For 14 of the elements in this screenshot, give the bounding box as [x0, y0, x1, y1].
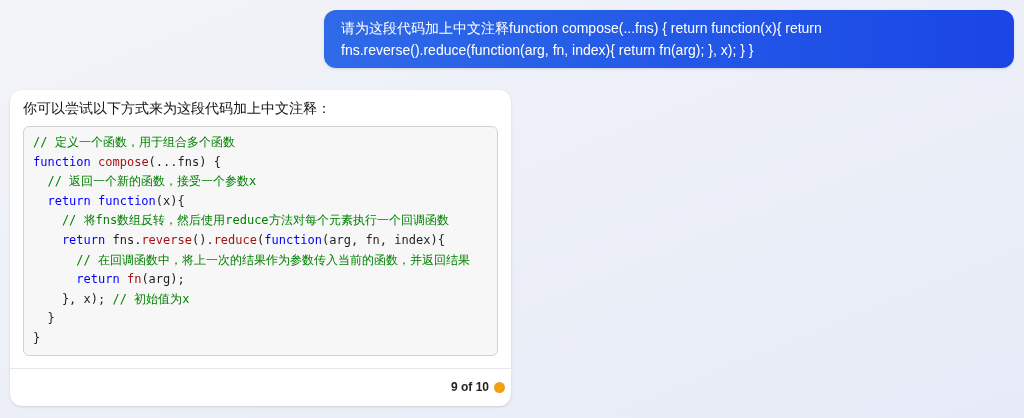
- code-line: // 返回一个新的函数，接受一个参数x: [46, 173, 257, 191]
- code-line: return fns.reverse().reduce(function(arg, fn, index){: [60, 231, 445, 249]
- user-message: 请为这段代码加上中文注释function compose(...fns) { return function(x){ return fns.reverse().reduce(function(arg, fn, index){ return fn(arg); }, x); } }: [324, 10, 1014, 68]
- code-line: // 将fns数组反转，然后使用reduce方法对每个元素执行一个回调函数: [60, 212, 449, 230]
- code-line: // 在回调函数中，将上一次的结果作为参数传入当前的函数，并返回结果: [75, 251, 471, 269]
- response-counter: 9 of 10: [451, 379, 489, 397]
- code-line: }, x); // 初始值为x: [60, 290, 190, 308]
- code-line: return fn(arg);: [75, 271, 185, 289]
- code-line: return function(x){: [46, 192, 185, 210]
- code-line: }: [46, 310, 55, 328]
- code-line: function compose(...fns) {: [33, 153, 221, 171]
- reply-intro: 你可以尝试以下方式来为这段代码加上中文注释：: [23, 99, 332, 118]
- code-line: }: [33, 329, 41, 347]
- code-line: // 定义一个函数，用于组合多个函数: [33, 134, 235, 151]
